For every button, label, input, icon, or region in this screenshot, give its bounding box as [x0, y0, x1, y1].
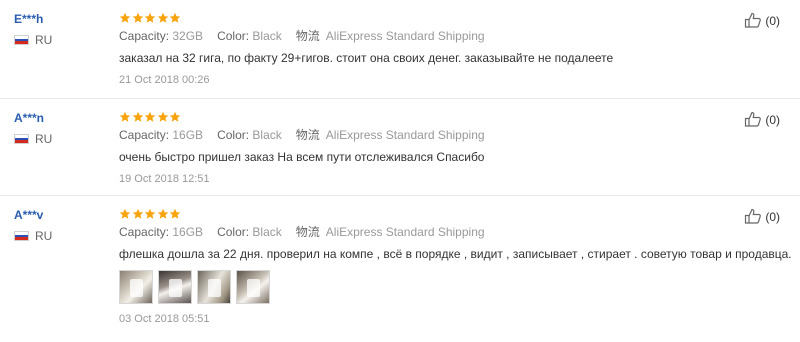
review-date: 19 Oct 2018 12:51: [119, 173, 210, 185]
capacity-value: 32GB: [172, 29, 204, 43]
star-icon: [132, 111, 143, 122]
helpful-button[interactable]: (0): [744, 12, 780, 28]
capacity-attribute: Capacity: 16GB: [119, 225, 203, 239]
star-icon: [169, 208, 181, 219]
star-icon: [157, 111, 168, 122]
reviewer-info: E***h RU: [14, 12, 104, 47]
reviewer-info: A***v RU: [14, 208, 104, 243]
reviewer-info: A***n RU: [14, 111, 104, 146]
star-icon: [169, 12, 181, 23]
reviewer-name: A***n: [14, 111, 45, 125]
shipping-attribute: 物流 AliExpress Standard Shipping: [296, 29, 485, 43]
review-photos: [119, 270, 719, 304]
review-text: очень быстро пришел заказ На всем пути о…: [119, 150, 485, 164]
capacity-label: Capacity:: [119, 29, 170, 43]
color-attribute: Color: Black: [217, 29, 282, 43]
star-rating: [119, 10, 719, 25]
star-icon: [144, 12, 156, 23]
star-icon: [157, 12, 168, 23]
review-photo-thumbnail[interactable]: [197, 270, 231, 304]
shipping-label: 物流: [295, 225, 320, 239]
star-icon: [119, 111, 131, 122]
thumbs-up-icon: [745, 111, 762, 127]
star-icon: [157, 208, 168, 219]
review-content: Capacity: 16GB Color: Black 物流 AliExpress…: [119, 206, 792, 326]
review-photo-thumbnail[interactable]: [119, 270, 153, 304]
star-icon: [119, 12, 131, 23]
review-text: заказал на 32 гига, по факту 29+гигов. с…: [119, 51, 614, 65]
review-date: 21 Oct 2018 00:26: [119, 74, 210, 86]
review-date: 03 Oct 2018 05:51: [119, 313, 210, 325]
reviewer-country: RU: [14, 229, 104, 243]
shipping-attribute: 物流 AliExpress Standard Shipping: [296, 225, 485, 239]
reviewer-country: RU: [14, 132, 104, 146]
review-item: E***h RU Capacity: 32GB Color: Black 物流 A…: [0, 0, 800, 99]
review-item: A***v RU Capacity: 16GB Color: Black 物流 A…: [0, 196, 800, 342]
helpful-count: (0): [765, 210, 780, 224]
thumbs-up-icon: [745, 208, 762, 224]
color-attribute: Color: Black: [217, 128, 282, 142]
helpful-count: (0): [765, 14, 780, 28]
color-value: Black: [252, 225, 282, 239]
capacity-label: Capacity:: [119, 128, 170, 142]
star-rating: [119, 109, 719, 124]
review-content: Capacity: 16GB Color: Black 物流 AliExpress…: [119, 109, 719, 186]
star-rating: [119, 206, 719, 221]
russia-flag-icon: [14, 35, 29, 45]
star-icon: [119, 208, 131, 219]
star-icon: [132, 12, 143, 23]
reviewer-country: RU: [14, 33, 104, 47]
color-label: Color:: [217, 29, 250, 43]
color-value: Black: [252, 29, 282, 43]
capacity-attribute: Capacity: 32GB: [119, 29, 203, 43]
country-code: RU: [35, 132, 53, 146]
review-text: флешка дошла за 22 дня. проверил на комп…: [119, 247, 792, 261]
star-icon: [132, 208, 143, 219]
helpful-count: (0): [765, 113, 780, 127]
review-photo-thumbnail[interactable]: [158, 270, 192, 304]
capacity-attribute: Capacity: 16GB: [119, 128, 203, 142]
color-value: Black: [252, 128, 282, 142]
star-icon: [144, 111, 156, 122]
shipping-attribute: 物流 AliExpress Standard Shipping: [296, 128, 485, 142]
russia-flag-icon: [14, 231, 29, 241]
color-label: Color:: [217, 225, 250, 239]
review-item: A***n RU Capacity: 16GB Color: Black 物流 A…: [0, 99, 800, 196]
capacity-value: 16GB: [172, 225, 204, 239]
star-icon: [144, 208, 156, 219]
helpful-button[interactable]: (0): [744, 208, 780, 224]
helpful-button[interactable]: (0): [744, 111, 780, 127]
reviewer-name: A***v: [14, 208, 44, 222]
shipping-label: 物流: [295, 128, 320, 142]
shipping-value: AliExpress Standard Shipping: [325, 128, 485, 142]
review-content: Capacity: 32GB Color: Black 物流 AliExpress…: [119, 10, 719, 87]
capacity-label: Capacity:: [119, 225, 170, 239]
shipping-label: 物流: [295, 29, 320, 43]
star-icon: [169, 111, 181, 122]
shipping-value: AliExpress Standard Shipping: [325, 225, 485, 239]
russia-flag-icon: [14, 134, 29, 144]
review-photo-thumbnail[interactable]: [236, 270, 270, 304]
reviewer-name: E***h: [14, 12, 44, 26]
shipping-value: AliExpress Standard Shipping: [325, 29, 485, 43]
country-code: RU: [35, 33, 53, 47]
thumbs-up-icon: [745, 12, 762, 28]
order-attributes: Capacity: 16GB Color: Black 物流 AliExpress…: [119, 225, 719, 239]
order-attributes: Capacity: 32GB Color: Black 物流 AliExpress…: [119, 29, 719, 43]
color-label: Color:: [217, 128, 250, 142]
color-attribute: Color: Black: [217, 225, 282, 239]
country-code: RU: [35, 229, 53, 243]
order-attributes: Capacity: 16GB Color: Black 物流 AliExpress…: [119, 128, 719, 142]
capacity-value: 16GB: [172, 128, 204, 142]
